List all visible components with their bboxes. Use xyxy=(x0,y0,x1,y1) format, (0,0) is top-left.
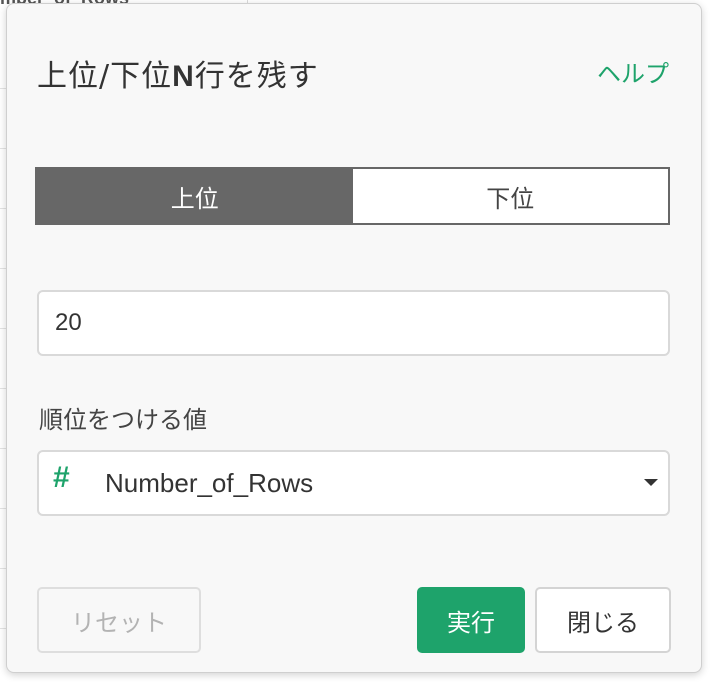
close-button[interactable]: 閉じる xyxy=(535,587,671,653)
reset-button[interactable]: リセット xyxy=(37,587,201,653)
run-button[interactable]: 実行 xyxy=(417,587,525,653)
top-n-rows-dialog: 上位/下位N行を残す ヘルプ 上位 下位 順位をつける値 # Number_of… xyxy=(6,3,702,673)
rank-by-column-select[interactable]: # Number_of_Rows xyxy=(37,450,670,516)
row-count-input[interactable] xyxy=(37,290,670,356)
rank-by-label: 順位をつける値 xyxy=(39,406,207,434)
dialog-title-prefix: 上位/下位 xyxy=(37,59,173,94)
rank-by-selected-value: Number_of_Rows xyxy=(105,468,314,498)
dialog-title-suffix: 行を残す xyxy=(194,59,319,94)
toggle-bottom-button[interactable]: 下位 xyxy=(352,169,668,223)
numeric-column-icon: # xyxy=(53,461,70,494)
dialog-title: 上位/下位N行を残す xyxy=(37,51,319,95)
help-link[interactable]: ヘルプ xyxy=(597,54,669,89)
chevron-down-icon xyxy=(644,479,658,486)
toggle-top-button[interactable]: 上位 xyxy=(37,169,353,223)
dialog-title-n: N xyxy=(172,60,195,93)
top-bottom-toggle: 上位 下位 xyxy=(35,167,670,225)
